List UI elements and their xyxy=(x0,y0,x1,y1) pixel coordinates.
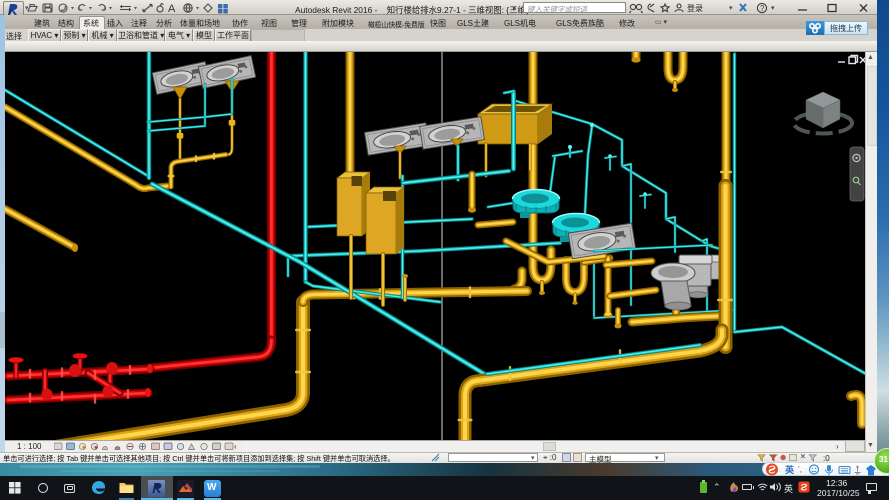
svg-text:’,: ’, xyxy=(798,465,802,474)
svg-text:▾: ▾ xyxy=(771,5,775,12)
svg-text:A: A xyxy=(168,3,176,14)
svg-text:登录: 登录 xyxy=(687,3,703,13)
svg-text:英: 英 xyxy=(784,464,795,475)
svg-text:▾: ▾ xyxy=(729,5,733,12)
svg-text:?: ? xyxy=(760,4,765,13)
